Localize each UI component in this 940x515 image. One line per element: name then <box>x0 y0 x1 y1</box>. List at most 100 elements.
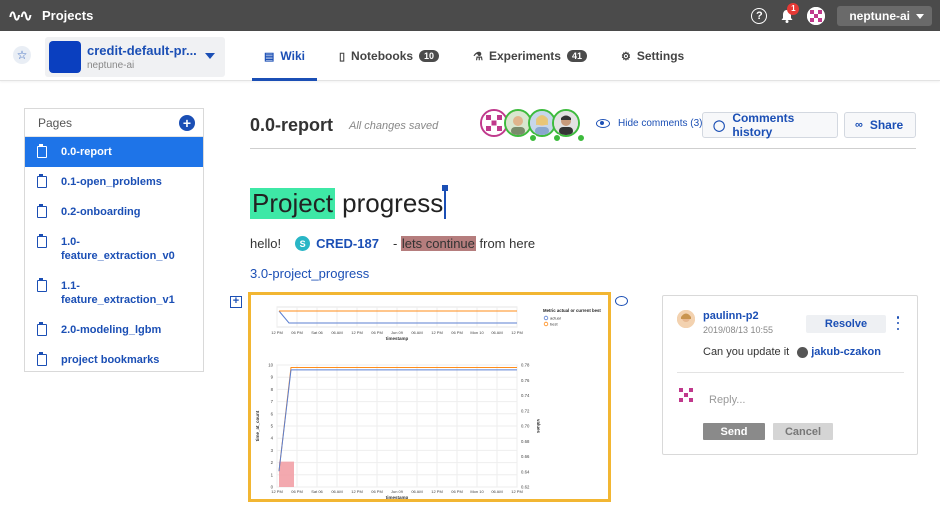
projects-link[interactable]: Projects <box>42 8 93 23</box>
pages-title: Pages <box>38 115 73 130</box>
reply-input[interactable]: Reply... <box>709 394 745 406</box>
y2-tick-label: 0.66 <box>521 454 530 459</box>
user-mention[interactable]: jakub-czakon <box>811 346 881 358</box>
tab-notebooks[interactable]: ▯ Notebooks 10 <box>325 31 453 81</box>
tab-settings[interactable]: ⚙ Settings <box>607 31 698 81</box>
clipboard-icon: ▤ <box>264 50 275 63</box>
comments-history-button[interactable]: ◯ Comments history <box>702 111 838 139</box>
title-divider <box>250 148 916 149</box>
add-page-plus-icon[interactable]: + <box>179 115 195 131</box>
resolve-button[interactable]: Resolve <box>806 315 886 333</box>
page-title: 0.0-report <box>250 115 334 135</box>
comment-text: Can you update it <box>703 346 790 358</box>
cancel-button[interactable]: Cancel <box>773 423 833 440</box>
notifications-badge: 1 <box>787 2 800 15</box>
y2-tick-label: 0.72 <box>521 408 530 413</box>
legend-label: best <box>550 322 558 327</box>
comment-author[interactable]: paulinn-p2 <box>703 310 759 322</box>
pages-header: Pages + <box>25 109 203 137</box>
clipboard-icon <box>37 204 47 218</box>
x-tick-label: 12 PM <box>271 489 283 494</box>
x-tick-label: 06 AM <box>491 330 502 335</box>
x-tick-label: Jun 09 <box>391 489 404 494</box>
page-item[interactable]: 1.0-feature_extraction_v0 <box>25 227 203 271</box>
notifications-bell-icon[interactable]: 1 <box>779 2 800 24</box>
share-button[interactable]: ∞ Share <box>844 112 916 138</box>
comment-body: Can you update it jakub-czakon <box>703 346 881 358</box>
legend-marker <box>543 315 549 321</box>
top-bar: ∿∿ Projects ? 1 neptune-ai <box>0 0 940 31</box>
chevron-down-icon <box>205 53 215 59</box>
x-tick-label: 06 AM <box>411 489 422 494</box>
document-heading[interactable]: Project progress <box>250 184 449 219</box>
y2-tick-label: 0.70 <box>521 424 530 429</box>
page-item[interactable]: 2.0-modeling_lgbm <box>25 315 203 345</box>
embedded-chart[interactable]: 12 PM 06 PM Sat 06 06 AM 12 PM 06 PM Jun 09 06 … <box>248 292 611 502</box>
page-item[interactable]: 0.0-report <box>25 137 203 167</box>
page-label: 0.0-report <box>61 146 112 158</box>
x-tick-label: 06 PM <box>451 330 463 335</box>
tab-label: Notebooks <box>351 49 414 63</box>
page-item[interactable]: 1.1-feature_extraction_v1 <box>25 271 203 315</box>
tab-label: Experiments <box>488 49 561 63</box>
add-block-plus-icon[interactable]: + <box>230 296 242 308</box>
comment-icon: ◯ <box>713 119 726 132</box>
eye-icon <box>596 119 610 128</box>
page-link[interactable]: 3.0-project_progress <box>250 266 369 281</box>
clipboard-icon <box>37 144 47 158</box>
top-bar-right: ? 1 neptune-ai <box>751 0 940 31</box>
x-tick-label: 12 PM <box>511 330 523 335</box>
y-tick-label: 10 <box>268 363 273 368</box>
x-tick-label: 06 PM <box>291 330 303 335</box>
page-item[interactable]: 0.2-onboarding <box>25 197 203 227</box>
x-tick-label: 12 PM <box>511 489 523 494</box>
user-menu-button[interactable]: neptune-ai <box>837 5 932 26</box>
x-axis-label: timestamp <box>386 495 409 499</box>
page-item[interactable]: 0.1-open_problems <box>25 167 203 197</box>
tab-label: Settings <box>636 49 685 63</box>
experiment-link[interactable]: CRED-187 <box>316 236 379 251</box>
send-button[interactable]: Send <box>703 423 765 440</box>
comment-bubble-icon[interactable] <box>615 296 628 306</box>
y2-tick-label: 0.64 <box>521 469 530 474</box>
y-tick-label: 6 <box>271 411 274 416</box>
avatar <box>677 386 695 404</box>
clipboard-icon <box>37 322 47 336</box>
hide-comments-label: Hide comments (3) <box>618 118 703 129</box>
tab-experiments[interactable]: ⚗ Experiments 41 <box>459 31 601 81</box>
project-selector[interactable]: credit-default-pr... neptune-ai <box>45 37 225 77</box>
page-item[interactable]: project bookmarks <box>25 345 203 375</box>
highlighted-heading-text: Project <box>250 188 335 219</box>
clipboard-icon <box>37 234 47 248</box>
comment-thread: paulinn-p2 2019/08/13 10:55 Resolve Can … <box>662 295 918 455</box>
tab-wiki[interactable]: ▤ Wiki <box>250 31 319 81</box>
highlighted-text: lets continue <box>400 236 476 251</box>
help-icon[interactable]: ? <box>751 7 768 24</box>
user-avatar[interactable] <box>807 6 826 25</box>
document-paragraph[interactable]: hello! S CRED-187 - lets continue from h… <box>250 236 535 251</box>
page-label: project bookmarks <box>61 354 160 366</box>
pages-panel: Pages + 0.0-report 0.1-open_problems 0.2… <box>24 108 204 372</box>
y-tick-label: 9 <box>271 375 274 380</box>
heading-text: progress <box>334 188 444 218</box>
y-axis-label: time_at_count <box>255 410 260 441</box>
star-icon[interactable]: ☆ <box>13 46 31 64</box>
notebook-icon: ▯ <box>338 50 346 63</box>
more-options-icon[interactable] <box>896 316 900 330</box>
y2-axis-label: values <box>536 419 541 434</box>
paragraph-text: from here <box>475 236 536 251</box>
x-tick-label: 06 AM <box>491 489 502 494</box>
project-logo <box>49 41 81 73</box>
legend-marker <box>543 321 549 327</box>
avatar[interactable] <box>552 109 580 137</box>
flask-icon: ⚗ <box>473 50 483 63</box>
hide-comments-toggle[interactable]: Hide comments (3) <box>596 118 702 129</box>
x-tick-label: 06 PM <box>291 489 303 494</box>
tab-count-badge: 10 <box>419 50 440 62</box>
x-tick-label: 12 PM <box>351 489 363 494</box>
neptune-logo-icon[interactable]: ∿∿ <box>8 6 34 26</box>
tab-label: Wiki <box>280 49 305 63</box>
x-tick-label: 06 AM <box>331 489 342 494</box>
x-tick-label: Sat 06 <box>311 330 323 335</box>
page-label: 2.0-modeling_lgbm <box>61 324 162 336</box>
